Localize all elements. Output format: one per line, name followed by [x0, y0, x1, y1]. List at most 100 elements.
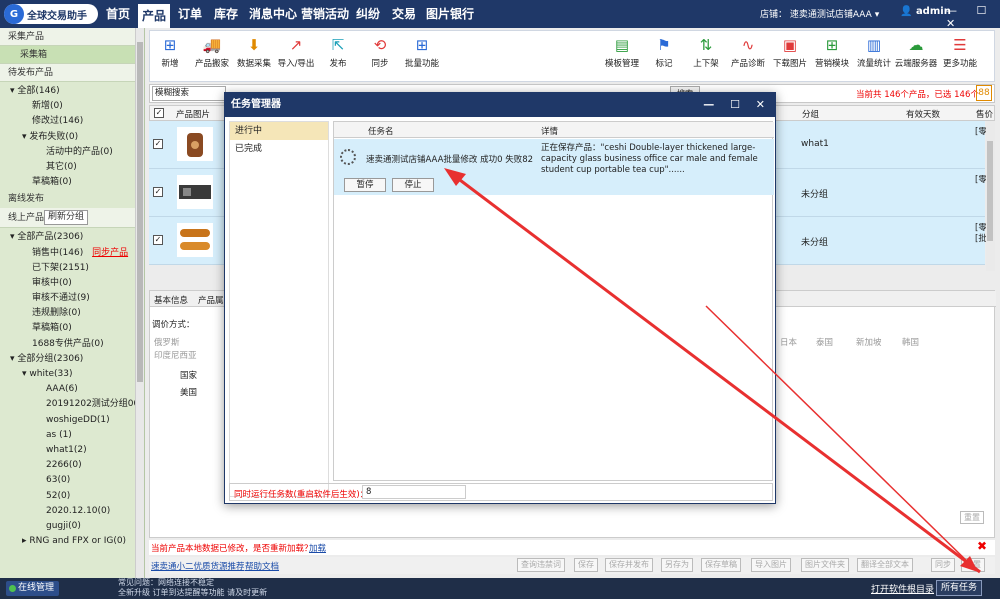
all-tasks-button[interactable]: 所有任务 [936, 580, 983, 596]
nav-trade[interactable]: 交易 [388, 0, 420, 28]
tree-item-on-sale[interactable]: 销售中(146) 同步产品 [10, 246, 144, 261]
more-button[interactable]: ☰ 更多功能 [938, 35, 982, 69]
grid-scrollbar[interactable] [986, 121, 995, 271]
tree-item-group[interactable]: AAA(6) [10, 382, 144, 397]
nav-messages[interactable]: 消息中心 [245, 0, 301, 28]
nav-orders[interactable]: 订单 [174, 0, 206, 28]
country-checkbox[interactable]: 新加坡 [856, 336, 882, 348]
scrollbar-thumb[interactable] [987, 141, 993, 241]
modules-button[interactable]: ⊞ 营销模块 [810, 35, 854, 69]
tree-item-new[interactable]: 新增(0) [10, 99, 144, 114]
country-checkbox[interactable]: 韩国 [902, 336, 919, 348]
search-type-select[interactable]: 模糊搜索 [152, 86, 226, 101]
tree-item-all[interactable]: ▾ 全部(146) [10, 84, 144, 99]
tree-item-online-drafts[interactable]: 草稿箱(0) [10, 321, 144, 336]
save-publish-button[interactable]: 保存并发布 [605, 558, 653, 572]
traffic-button[interactable]: ▥ 流量统计 [852, 35, 896, 69]
open-root-dir-link[interactable]: 打开软件根目录 [871, 582, 934, 595]
tree-item-group[interactable]: 63(0) [10, 473, 144, 488]
close-icon[interactable]: ✖ [977, 539, 987, 553]
tab-in-progress[interactable]: 进行中 [230, 122, 328, 140]
window-controls[interactable]: — ☐ ✕ [946, 4, 1000, 30]
nav-disputes[interactable]: 纠纷 [352, 0, 384, 28]
batch-button[interactable]: ⊞ 批量功能 [400, 35, 444, 69]
tree-item-other[interactable]: 其它(0) [10, 160, 144, 175]
tree-item-1688[interactable]: 1688专供产品(0) [10, 337, 144, 352]
tab-basic-info[interactable]: 基本信息 [154, 294, 188, 306]
sidebar-collect-header[interactable]: 采集产品 [0, 28, 144, 46]
source-recommend-link[interactable]: 速卖通小二优质货源推荐 [151, 560, 245, 572]
translate-all-button[interactable]: 翻译全部文本 [857, 558, 913, 572]
concurrency-input[interactable]: 8 [362, 485, 466, 499]
check-forbidden-button[interactable]: 查询违禁词 [517, 558, 565, 572]
stop-button[interactable]: 停止 [392, 178, 434, 192]
nav-home[interactable]: 首页 [102, 0, 134, 28]
task-row[interactable]: 速卖通测试店铺AAA批量修改 成功0 失败82 正在保存产品："ceshi Do… [334, 139, 774, 195]
tree-item-group[interactable]: gugji(0) [10, 519, 144, 534]
sidebar-offline-publish[interactable]: 离线发布 [0, 190, 144, 208]
tree-item-group[interactable]: 2020.12.10(0) [10, 504, 144, 519]
publish-button[interactable]: ⇱ 发布 [316, 35, 360, 69]
sidebar-item-collect-box[interactable]: 采集箱 [0, 46, 144, 64]
tree-item-group-rng[interactable]: ▸ RNG and FPX or IG(0) [10, 534, 144, 549]
save-draft-button[interactable]: 保存草稿 [701, 558, 741, 572]
tree-item-group[interactable]: 2266(0) [10, 458, 144, 473]
row-checkbox[interactable]: ✓ [153, 139, 163, 149]
col-group[interactable]: 分组 [802, 108, 819, 120]
tree-item-group[interactable]: as (1) [10, 428, 144, 443]
sidebar-pending-header[interactable]: 待发布产品 [0, 64, 144, 82]
tree-item-group[interactable]: woshigeDD(1) [10, 413, 144, 428]
country-checkbox[interactable]: 俄罗斯 [154, 336, 180, 348]
cloud-button[interactable]: ☁ 云端服务器 [894, 35, 938, 69]
tree-item-group-white[interactable]: ▾ white(33) [10, 367, 144, 382]
tree-item-group[interactable]: 20191202测试分组001 [10, 397, 144, 412]
detail-reset-button[interactable]: 重置 [960, 511, 984, 524]
data-collect-button[interactable]: ⬇ 数据采集 [232, 35, 276, 69]
col-image[interactable]: 产品图片 [176, 108, 210, 120]
template-button[interactable]: ▤ 模板管理 [600, 35, 644, 69]
add-button[interactable]: ⊞ 新增 [148, 35, 192, 69]
tree-item-rejected[interactable]: 审核不通过(9) [10, 291, 144, 306]
move-products-button[interactable]: 🚚 产品搬家 [190, 35, 234, 69]
image-folder-button[interactable]: 图片文件夹 [801, 558, 849, 572]
tree-item-all-groups[interactable]: ▾ 全部分组(2306) [10, 352, 144, 367]
scrollbar-thumb[interactable] [137, 42, 143, 382]
tree-item-modified[interactable]: 修改过(146) [10, 114, 144, 129]
download-images-button[interactable]: ▣ 下载图片 [768, 35, 812, 69]
country-checkbox[interactable]: 日本 [780, 336, 797, 348]
refresh-group-button[interactable]: 刷新分组 [44, 210, 89, 226]
col-price[interactable]: 售价 [976, 108, 993, 120]
country-checkbox[interactable]: 印度尼西亚 [154, 349, 197, 361]
nav-inventory[interactable]: 库存 [210, 0, 242, 28]
pause-button[interactable]: 暂停 [344, 178, 386, 192]
tab-completed[interactable]: 已完成 [230, 140, 328, 158]
diagnose-button[interactable]: ∿ 产品诊断 [726, 35, 770, 69]
tree-item-in-activity[interactable]: 活动中的产品(0) [10, 145, 144, 160]
select-all-checkbox[interactable]: ✓ [154, 108, 164, 118]
app-logo[interactable]: G 全球交易助手 [4, 4, 98, 24]
save-button[interactable]: 保存 [574, 558, 598, 572]
import-export-button[interactable]: ↗ 导入/导出 [274, 35, 318, 69]
tree-item-publish-failed[interactable]: ▾ 发布失败(0) [10, 130, 144, 145]
pager-icon[interactable]: 88 [976, 85, 992, 101]
nav-marketing[interactable]: 营销活动 [297, 0, 353, 28]
footer-sync-button[interactable]: 同步 [931, 558, 955, 572]
dialog-title-bar[interactable]: 任务管理器 — ☐ ✕ [225, 93, 775, 117]
tree-item-deleted[interactable]: 违规删除(0) [10, 306, 144, 321]
col-valid-days[interactable]: 有效天数 [906, 108, 940, 120]
updown-button[interactable]: ⇅ 上下架 [684, 35, 728, 69]
tree-item-group[interactable]: 52(0) [10, 489, 144, 504]
nav-image-bank[interactable]: 图片银行 [422, 0, 478, 28]
tree-item-drafts[interactable]: 草稿箱(0) [10, 175, 144, 190]
flag-button[interactable]: ⚑ 标记 [642, 35, 686, 69]
shop-selector[interactable]: 店铺： 速卖通测试店铺AAA ▾ [760, 7, 879, 20]
tab-attributes[interactable]: 产品属 [198, 294, 224, 306]
reload-link[interactable]: 加载 [309, 542, 326, 554]
tree-item-reviewing[interactable]: 审核中(0) [10, 276, 144, 291]
nav-products[interactable]: 产品 [138, 4, 171, 28]
row-checkbox[interactable]: ✓ [153, 187, 163, 197]
sync-button[interactable]: ⟲ 同步 [358, 35, 402, 69]
tree-item-group[interactable]: what1(2) [10, 443, 144, 458]
help-docs-link[interactable]: 帮助文档 [245, 560, 279, 572]
footer-reset-button[interactable]: 重置 [961, 558, 985, 572]
